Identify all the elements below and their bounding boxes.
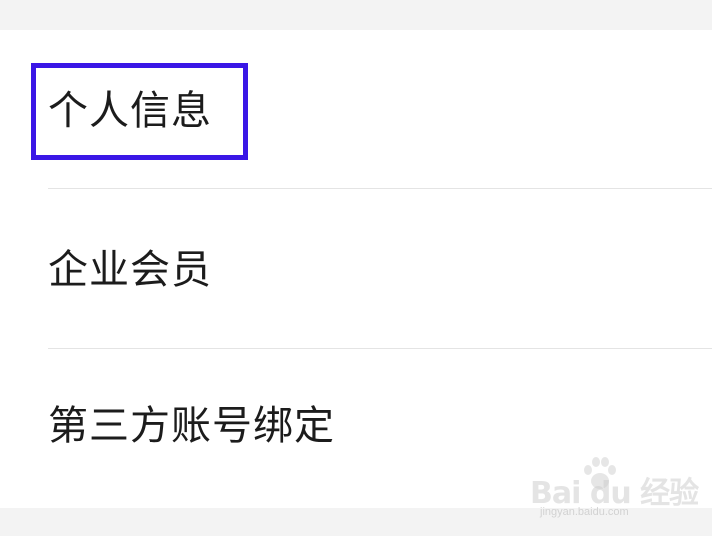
bottom-spacer	[0, 508, 712, 536]
settings-screen: 个人信息 企业会员 第三方账号绑定 Bai du 经验 jingyan.baid…	[0, 0, 712, 536]
menu-item-label: 企业会员	[48, 247, 212, 293]
menu-item-label: 第三方账号绑定	[48, 403, 335, 449]
top-spacer	[0, 0, 712, 30]
settings-menu-panel: 个人信息 企业会员 第三方账号绑定	[0, 30, 712, 508]
menu-item-personal-info[interactable]: 个人信息	[0, 30, 712, 188]
menu-item-enterprise-member[interactable]: 企业会员	[0, 188, 712, 348]
menu-item-third-party-binding[interactable]: 第三方账号绑定	[0, 348, 712, 508]
menu-item-label: 个人信息	[48, 88, 212, 134]
